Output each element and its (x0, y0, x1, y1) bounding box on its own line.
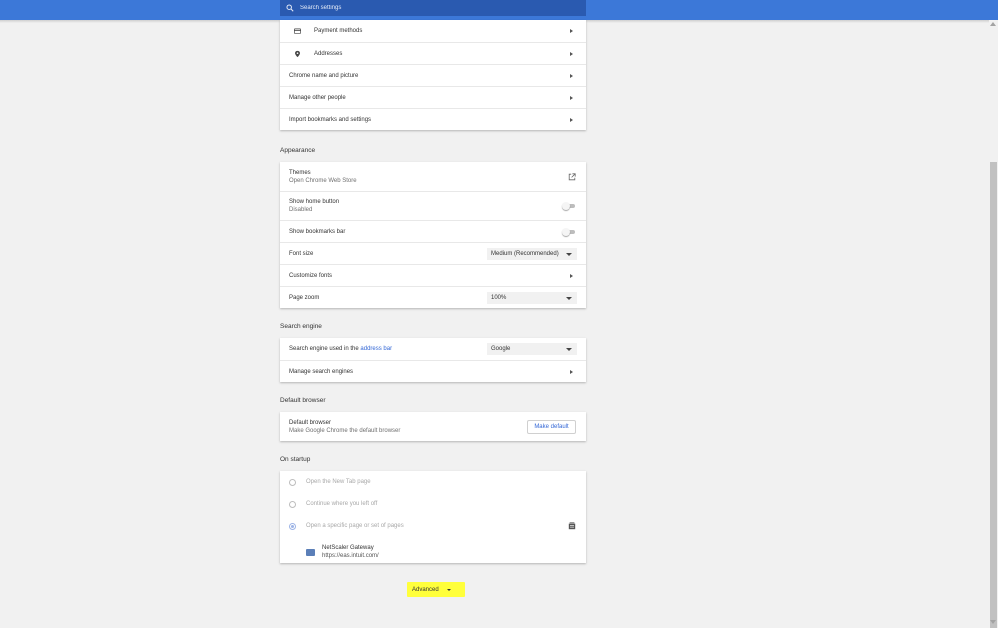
radio-button[interactable] (289, 501, 296, 508)
people-card: Payment methods Addresses Chrome name an… (280, 20, 586, 130)
bookmarks-bar-toggle[interactable] (562, 227, 575, 236)
search-engine-card: Search engine used in the address bar Go… (280, 338, 586, 382)
site-url: https://eas.intuit.com/ (322, 553, 379, 559)
manage-other-people-row[interactable]: Manage other people (280, 86, 586, 108)
credit-card-icon (294, 28, 301, 34)
dropdown-arrow-icon (566, 296, 572, 300)
bookmarks-bar-label: Show bookmarks bar (289, 228, 346, 235)
on-startup-title: On startup (280, 456, 311, 463)
themes-row[interactable]: Themes Open Chrome Web Store (280, 162, 586, 191)
default-browser-sub: Make Google Chrome the default browser (289, 427, 401, 434)
chevron-right-icon (570, 117, 573, 122)
external-link-icon[interactable] (568, 172, 576, 181)
startup-option-new-tab[interactable]: Open the New Tab page (280, 471, 586, 493)
home-button-toggle[interactable] (562, 202, 575, 210)
import-bookmarks-row[interactable]: Import bookmarks and settings (280, 108, 586, 130)
bookmarks-bar-row[interactable]: Show bookmarks bar (280, 220, 586, 242)
home-button-label: Show home button (289, 199, 340, 205)
scrollbar-thumb[interactable] (990, 162, 997, 628)
chrome-name-picture-row[interactable]: Chrome name and picture (280, 64, 586, 86)
startup-option-label: Open a specific page or set of pages (306, 523, 404, 529)
chevron-right-icon (570, 369, 573, 374)
manage-search-engines-label: Manage search engines (289, 368, 354, 375)
search-engine-select[interactable]: Google (487, 343, 577, 355)
default-browser-card: Default browser Make Google Chrome the d… (280, 412, 586, 441)
appearance-card: Themes Open Chrome Web Store Show home b… (280, 162, 586, 308)
chevron-down-icon (447, 589, 451, 591)
page-zoom-row: Page zoom 100% (280, 286, 586, 308)
appearance-title: Appearance (280, 147, 316, 154)
font-size-value: Medium (Recommended) (491, 250, 559, 257)
customize-fonts-label: Customize fonts (289, 272, 333, 279)
settings-page: Payment methods Addresses Chrome name an… (0, 0, 998, 628)
search-icon (286, 4, 294, 12)
chevron-right-icon (570, 51, 573, 56)
default-browser-title: Default browser (280, 397, 326, 404)
default-browser-row: Default browser Make Google Chrome the d… (280, 412, 586, 441)
manage-other-people-label: Manage other people (289, 94, 346, 101)
scrollbar[interactable] (989, 20, 998, 628)
make-default-button[interactable]: Make default (527, 419, 576, 434)
font-size-label: Font size (289, 250, 314, 257)
font-size-row: Font size Medium (Recommended) (280, 242, 586, 264)
chevron-right-icon (570, 273, 573, 278)
advanced-label: Advanced (412, 586, 439, 593)
import-bookmarks-label: Import bookmarks and settings (289, 116, 372, 123)
on-startup-card: Open the New Tab page Continue where you… (280, 471, 586, 563)
page-zoom-label: Page zoom (289, 294, 320, 301)
default-browser-label: Default browser (289, 419, 332, 426)
customize-fonts-row[interactable]: Customize fonts (280, 264, 586, 286)
search-bar[interactable] (280, 0, 586, 16)
startup-option-specific-pages[interactable]: Open a specific page or set of pages (280, 515, 586, 537)
payment-methods-row[interactable]: Payment methods (280, 20, 586, 42)
themes-sub: Open Chrome Web Store (289, 177, 357, 184)
advanced-button[interactable]: Advanced (407, 582, 465, 597)
font-size-select[interactable]: Medium (Recommended) (487, 247, 577, 260)
addresses-label: Addresses (314, 50, 343, 57)
chevron-right-icon (570, 95, 573, 100)
themes-label: Themes (289, 169, 311, 176)
startup-option-label: Open the New Tab page (306, 479, 371, 485)
home-button-row[interactable]: Show home button Disabled (280, 191, 586, 220)
radio-button[interactable] (289, 479, 296, 486)
search-input[interactable] (300, 5, 560, 11)
address-bar-link[interactable]: address bar (360, 346, 392, 352)
page-zoom-select[interactable]: 100% (487, 291, 577, 304)
search-engine-value: Google (491, 346, 511, 352)
radio-button-selected[interactable] (289, 523, 296, 530)
startup-option-continue[interactable]: Continue where you left off (280, 493, 586, 515)
scroll-down-arrow-icon[interactable] (990, 620, 996, 624)
payment-methods-label: Payment methods (314, 28, 363, 34)
chevron-right-icon (570, 29, 573, 33)
dropdown-arrow-icon (566, 348, 572, 351)
search-engine-title: Search engine (280, 323, 322, 330)
location-pin-icon (295, 50, 300, 57)
manage-search-engines-row[interactable]: Manage search engines (280, 360, 586, 382)
startup-option-label: Continue where you left off (306, 501, 378, 507)
page-zoom-value: 100% (491, 294, 507, 301)
home-button-status: Disabled (289, 207, 313, 213)
pages-menu-icon[interactable] (568, 522, 576, 530)
search-engine-used-label: Search engine used in the address bar (289, 346, 393, 352)
startup-page-item: NetScaler Gateway https://eas.intuit.com… (280, 537, 586, 567)
search-engine-used-row: Search engine used in the address bar Go… (280, 338, 586, 360)
scroll-up-arrow-icon[interactable] (990, 22, 996, 26)
site-favicon (306, 549, 315, 556)
chrome-name-picture-label: Chrome name and picture (289, 72, 359, 79)
dropdown-arrow-icon (566, 252, 572, 256)
chevron-right-icon (570, 73, 573, 78)
addresses-row[interactable]: Addresses (280, 42, 586, 64)
site-name: NetScaler Gateway (322, 545, 374, 551)
